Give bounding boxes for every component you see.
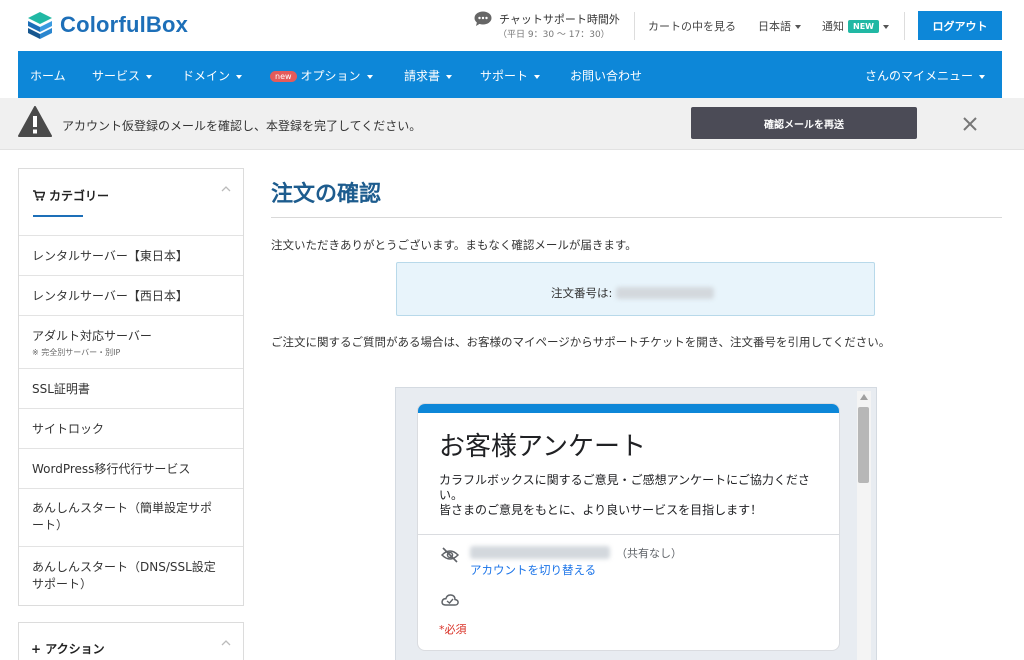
category-sidebar: カテゴリー レンタルサーバー【東日本】 レンタルサーバー【西日本】 アダルト対応… — [18, 168, 244, 606]
chat-hours: （平日 9：30 〜 17：30） — [498, 30, 610, 40]
order-number-redacted — [616, 287, 715, 299]
new-badge: new — [270, 71, 297, 82]
scrollbar-thumb[interactable] — [858, 407, 869, 483]
sidebar-item-anshin-dns[interactable]: あんしんスタート（DNS/SSL設定 サポート） — [19, 546, 243, 605]
order-number-box: 注文番号は: — [396, 262, 875, 316]
nav-domain[interactable]: ドメイン — [182, 67, 243, 84]
nav-option-label: オプション — [300, 69, 361, 83]
eye-off-icon — [441, 547, 459, 563]
sidebar-item-note: ※ 完全別サーバー・別IP — [32, 348, 121, 357]
chevron-up-icon[interactable] — [221, 185, 231, 193]
new-badge: NEW — [848, 20, 879, 33]
nav-invoice-label: 請求書 — [404, 69, 441, 83]
sidebar-item-wp-migration[interactable]: WordPress移行代行サービス — [19, 448, 243, 488]
survey-title: お客様アンケート — [439, 432, 646, 462]
order-number: 注文番号は: — [551, 285, 715, 301]
sidebar-item-label: サイトロック — [32, 422, 105, 436]
action-sidebar: + アクション — [18, 622, 244, 660]
survey-card: お客様アンケート カラフルボックスに関するご意見・ご感想アンケートにご協力くださ… — [417, 403, 840, 651]
chevron-down-icon — [979, 74, 986, 79]
chevron-down-icon — [534, 74, 541, 79]
header-divider — [634, 12, 635, 40]
order-number-label: 注文番号は: — [551, 286, 613, 300]
sidebar-item-label: レンタルサーバー【東日本】 — [32, 249, 188, 263]
cart-link[interactable]: カートの中を見る — [648, 18, 736, 34]
alert-message: アカウント仮登録のメールを確認し、本登録を完了してください。 — [62, 119, 422, 133]
sidebar-item-ssl[interactable]: SSL証明書 — [19, 368, 243, 408]
sidebar-item-label: WordPress移行代行サービス — [32, 462, 191, 476]
survey-description: カラフルボックスに関するご意見・ご感想アンケートにご協力ください。 皆さまのご意… — [439, 473, 819, 518]
sidebar-item-rental-east[interactable]: レンタルサーバー【東日本】 — [19, 235, 243, 275]
nav-support[interactable]: サポート — [480, 67, 541, 84]
survey-description-line: カラフルボックスに関するご意見・ご感想アンケートにご協力ください。 — [439, 473, 810, 502]
top-header: ColorfulBox チャットサポート時間外 （平日 9：30 〜 17：30… — [0, 0, 1024, 51]
main-nav: ホーム サービス ドメイン new オプション 請求書 サポート お問い合わせ さ… — [18, 51, 1002, 98]
chevron-down-icon — [795, 25, 801, 29]
resend-email-button[interactable]: 確認メールを再送 — [691, 107, 917, 139]
category-title: カテゴリー — [49, 189, 110, 203]
sidebar-item-adult-server[interactable]: アダルト対応サーバー ※ 完全別サーバー・別IP — [19, 315, 243, 368]
help-message: ご注文に関するご質問がある場合は、お客様のマイページからサポートチケットを開き、… — [271, 335, 891, 349]
category-heading[interactable]: カテゴリー — [33, 187, 109, 204]
sidebar-item-label: あんしんスタート（DNS/SSL設定 — [32, 560, 216, 574]
logout-button[interactable]: ログアウト — [918, 11, 1002, 40]
page-title: 注文の確認 — [271, 182, 382, 207]
nav-invoice[interactable]: 請求書 — [404, 67, 453, 84]
category-underline — [33, 215, 83, 217]
chevron-up-icon[interactable] — [221, 639, 231, 647]
email-redacted — [470, 546, 610, 559]
chevron-down-icon — [366, 74, 373, 79]
cart-icon — [33, 190, 45, 201]
survey-divider — [418, 534, 839, 535]
sidebar-item-label: レンタルサーバー【西日本】 — [32, 289, 188, 303]
share-status: （共有なし） — [616, 547, 682, 560]
sidebar-item-label: ート） — [32, 518, 69, 532]
sidebar-item-rental-west[interactable]: レンタルサーバー【西日本】 — [19, 275, 243, 315]
header-divider — [904, 12, 905, 40]
sidebar-item-label: アダルト対応サーバー — [32, 329, 152, 343]
language-label: 日本語 — [758, 20, 791, 33]
notification-menu[interactable]: 通知 NEW — [822, 18, 889, 34]
sidebar-item-sitelock[interactable]: サイトロック — [19, 408, 243, 448]
sidebar-item-anshin-easy[interactable]: あんしんスタート（簡単設定サポ ート） — [19, 488, 243, 546]
nav-service[interactable]: サービス — [92, 67, 153, 84]
logo-text: ColorfulBox — [60, 12, 189, 37]
nav-my-menu-label: さんのマイメニュー — [865, 69, 974, 83]
nav-support-label: サポート — [480, 69, 529, 83]
sidebar-item-label: あんしんスタート（簡単設定サポ — [32, 501, 213, 515]
chevron-down-icon — [882, 25, 889, 29]
scroll-up-icon[interactable] — [860, 394, 868, 400]
nav-contact[interactable]: お問い合わせ — [570, 67, 642, 84]
required-indicator: *必須 — [439, 623, 467, 636]
warning-icon — [18, 106, 52, 137]
sidebar-item-label: SSL証明書 — [32, 382, 90, 396]
chat-bubble-icon — [474, 11, 492, 26]
verification-alert: アカウント仮登録のメールを確認し、本登録を完了してください。 確認メールを再送 — [0, 98, 1024, 150]
language-select[interactable]: 日本語 — [758, 18, 801, 34]
colorfulbox-logo-icon — [28, 12, 52, 39]
chevron-down-icon — [146, 74, 153, 79]
cloud-icon — [441, 594, 459, 606]
nav-option[interactable]: new オプション — [270, 67, 373, 84]
sidebar-item-label: サポート） — [32, 577, 93, 591]
notification-label: 通知 — [822, 20, 844, 33]
chevron-down-icon — [446, 74, 453, 79]
nav-my-menu[interactable]: さんのマイメニュー — [865, 67, 986, 84]
switch-account-link[interactable]: アカウントを切り替える — [470, 562, 596, 578]
title-divider — [271, 217, 1002, 218]
nav-service-label: サービス — [92, 69, 141, 83]
thanks-message: 注文いただきありがとうございます。まもなく確認メールが届きます。 — [271, 238, 637, 252]
nav-home[interactable]: ホーム — [30, 67, 66, 84]
close-icon[interactable] — [962, 116, 978, 132]
nav-domain-label: ドメイン — [182, 69, 231, 83]
survey-accent-bar — [418, 404, 839, 413]
survey-description-line: 皆さまのご意見をもとに、より良いサービスを目指します！ — [439, 503, 763, 517]
action-heading[interactable]: + アクション — [31, 640, 105, 657]
chevron-down-icon — [236, 74, 243, 79]
chat-status-label: チャットサポート時間外 — [499, 13, 620, 26]
logo[interactable]: ColorfulBox — [26, 10, 188, 40]
